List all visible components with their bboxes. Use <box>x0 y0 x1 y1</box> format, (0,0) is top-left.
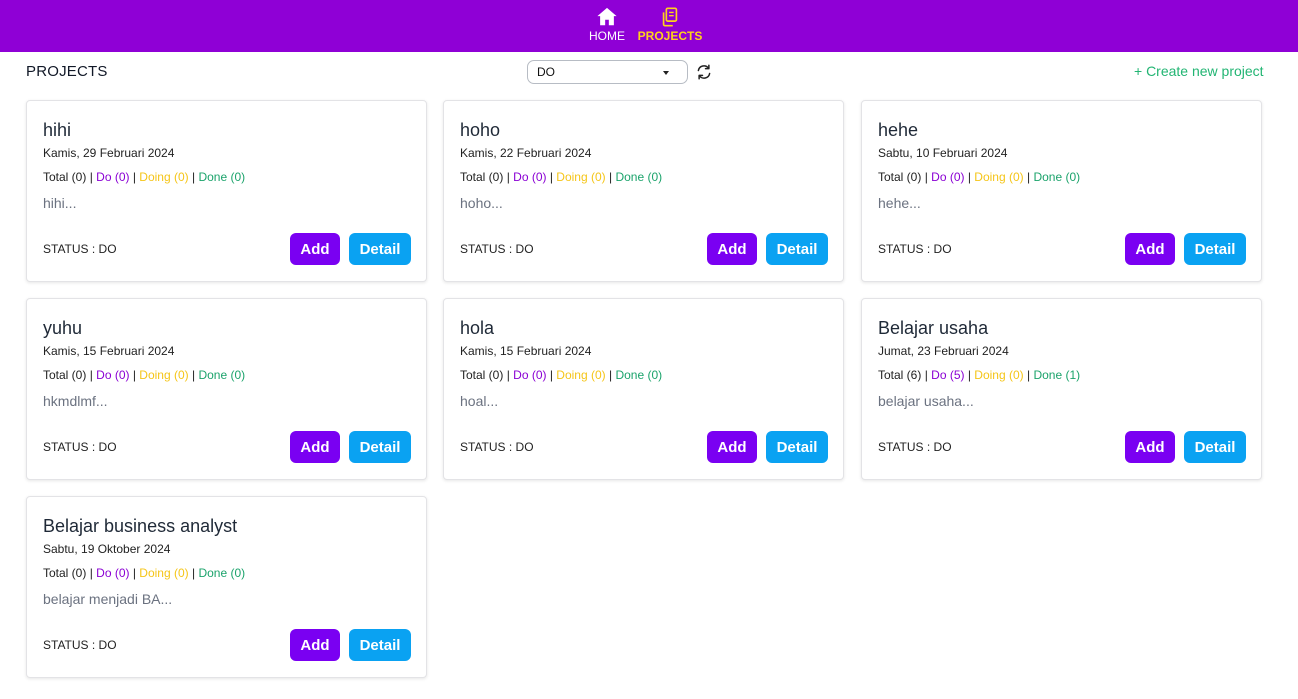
stat-doing: Doing (0) <box>139 368 189 382</box>
project-description: hoho... <box>460 195 503 211</box>
stat-doing: Doing (0) <box>556 170 606 184</box>
project-date: Kamis, 15 Februari 2024 <box>43 344 175 358</box>
nav-projects-label: PROJECTS <box>637 29 703 43</box>
project-title: Belajar usaha <box>878 318 989 338</box>
project-card: hola Kamis, 15 Februari 2024 Total (0) |… <box>443 298 844 480</box>
project-date: Kamis, 22 Februari 2024 <box>460 146 592 160</box>
page-title: PROJECTS <box>26 63 108 80</box>
project-description: hoal... <box>460 393 499 409</box>
project-title: hehe <box>878 120 919 140</box>
project-title: yuhu <box>43 318 83 338</box>
detail-button[interactable]: Detail <box>349 431 411 463</box>
detail-button[interactable]: Detail <box>1184 233 1246 265</box>
project-status: STATUS : DO <box>878 242 952 256</box>
stat-done: Done (0) <box>615 170 663 184</box>
project-date: Sabtu, 10 Februari 2024 <box>878 146 1008 160</box>
stat-done: Done (0) <box>615 368 663 382</box>
detail-button[interactable]: Detail <box>349 233 411 265</box>
stat-doing: Doing (0) <box>974 170 1024 184</box>
stat-total: Total (0) <box>460 368 504 382</box>
stat-do: Do (0) <box>96 566 130 580</box>
project-status: STATUS : DO <box>43 440 117 454</box>
project-status: STATUS : DO <box>43 638 117 652</box>
project-status: STATUS : DO <box>460 242 534 256</box>
add-button[interactable]: Add <box>1125 233 1175 265</box>
project-task-stats: Total (0) | Do (0) | Doing (0) | Done (0… <box>43 566 246 580</box>
add-button[interactable]: Add <box>290 629 340 661</box>
stat-total: Total (0) <box>43 368 87 382</box>
detail-button[interactable]: Detail <box>766 233 828 265</box>
project-description: hihi... <box>43 195 77 211</box>
stat-total: Total (0) <box>460 170 504 184</box>
project-status: STATUS : DO <box>878 440 952 454</box>
project-description: hehe... <box>878 195 921 211</box>
stat-do: Do (5) <box>931 368 965 382</box>
stat-doing: Doing (0) <box>139 566 189 580</box>
caret-down-icon <box>663 71 669 75</box>
create-project-link[interactable]: + Create new project <box>1134 63 1264 79</box>
project-date: Jumat, 23 Februari 2024 <box>878 344 1009 358</box>
stat-doing: Doing (0) <box>974 368 1024 382</box>
stat-done: Done (0) <box>198 566 246 580</box>
project-card: Belajar usaha Jumat, 23 Februari 2024 To… <box>861 298 1262 480</box>
copy-icon <box>662 7 678 27</box>
project-task-stats: Total (0) | Do (0) | Doing (0) | Done (0… <box>460 170 663 184</box>
project-date: Kamis, 15 Februari 2024 <box>460 344 592 358</box>
project-task-stats: Total (0) | Do (0) | Doing (0) | Done (0… <box>43 170 246 184</box>
project-card: hihi Kamis, 29 Februari 2024 Total (0) |… <box>26 100 427 282</box>
project-status: STATUS : DO <box>460 440 534 454</box>
add-button[interactable]: Add <box>707 431 757 463</box>
nav-home-label: HOME <box>589 29 625 43</box>
stat-done: Done (0) <box>198 170 246 184</box>
stat-do: Do (0) <box>513 368 547 382</box>
refresh-icon[interactable] <box>695 63 713 81</box>
project-date: Kamis, 29 Februari 2024 <box>43 146 175 160</box>
project-description: belajar usaha... <box>878 393 974 409</box>
add-button[interactable]: Add <box>290 431 340 463</box>
add-button[interactable]: Add <box>707 233 757 265</box>
status-filter-value: DO <box>537 65 555 79</box>
stat-doing: Doing (0) <box>139 170 189 184</box>
project-description: hkmdlmf... <box>43 393 108 409</box>
project-task-stats: Total (0) | Do (0) | Doing (0) | Done (0… <box>460 368 663 382</box>
stat-do: Do (0) <box>96 368 130 382</box>
project-description: belajar menjadi BA... <box>43 591 173 607</box>
stat-total: Total (0) <box>43 170 87 184</box>
project-card: Belajar business analyst Sabtu, 19 Oktob… <box>26 496 427 678</box>
detail-button[interactable]: Detail <box>349 629 411 661</box>
project-date: Sabtu, 19 Oktober 2024 <box>43 542 171 556</box>
stat-do: Do (0) <box>96 170 130 184</box>
stat-done: Done (1) <box>1033 368 1081 382</box>
project-title: hola <box>460 318 495 338</box>
detail-button[interactable]: Detail <box>1184 431 1246 463</box>
project-task-stats: Total (0) | Do (0) | Doing (0) | Done (0… <box>43 368 246 382</box>
stat-total: Total (0) <box>43 566 87 580</box>
stat-doing: Doing (0) <box>556 368 606 382</box>
project-card: yuhu Kamis, 15 Februari 2024 Total (0) |… <box>26 298 427 480</box>
detail-button[interactable]: Detail <box>766 431 828 463</box>
stat-do: Do (0) <box>931 170 965 184</box>
project-card: hoho Kamis, 22 Februari 2024 Total (0) |… <box>443 100 844 282</box>
stat-do: Do (0) <box>513 170 547 184</box>
project-title: hoho <box>460 120 501 140</box>
add-button[interactable]: Add <box>290 233 340 265</box>
nav-projects[interactable]: PROJECTS <box>637 6 703 43</box>
add-button[interactable]: Add <box>1125 431 1175 463</box>
top-nav-bar: HOME PROJECTS <box>0 0 1298 52</box>
project-task-stats: Total (0) | Do (0) | Doing (0) | Done (0… <box>878 170 1081 184</box>
stat-total: Total (6) <box>878 368 922 382</box>
home-icon <box>597 7 617 26</box>
stat-done: Done (0) <box>198 368 246 382</box>
project-title: hihi <box>43 120 72 140</box>
status-filter-select[interactable]: DO <box>527 60 688 84</box>
project-title: Belajar business analyst <box>43 516 238 536</box>
project-task-stats: Total (6) | Do (5) | Doing (0) | Done (1… <box>878 368 1081 382</box>
stat-total: Total (0) <box>878 170 922 184</box>
project-status: STATUS : DO <box>43 242 117 256</box>
stat-done: Done (0) <box>1033 170 1081 184</box>
project-card: hehe Sabtu, 10 Februari 2024 Total (0) |… <box>861 100 1262 282</box>
nav-home[interactable]: HOME <box>589 6 625 43</box>
